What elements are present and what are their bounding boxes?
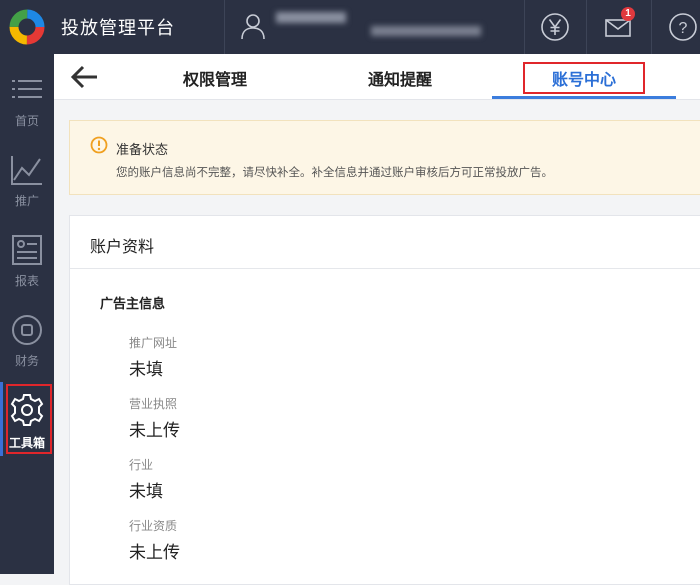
line-chart-icon: [11, 156, 42, 185]
report-icon: [12, 235, 42, 265]
help-icon[interactable]: ?: [666, 10, 700, 44]
back-arrow-icon[interactable]: [70, 64, 100, 90]
sidebar-item-label: 推广: [14, 194, 39, 208]
sidebar-item-home[interactable]: 首页: [0, 66, 54, 138]
tab-permissions[interactable]: 权限管理: [183, 66, 247, 90]
tab-notifications[interactable]: 通知提醒: [368, 66, 432, 90]
divider: [524, 0, 525, 54]
top-bar: 投放管理平台 1 ?: [0, 0, 700, 54]
field-label-promo-url: 推广网址: [129, 336, 178, 350]
sidebar-item-label: 首页: [14, 114, 39, 128]
user-icon[interactable]: [240, 12, 266, 40]
notification-badge: 1: [621, 7, 635, 21]
notice-title: 准备状态: [116, 143, 169, 158]
warning-icon: [90, 136, 108, 154]
blurred-text: [371, 26, 481, 36]
field-label-industry-qualification: 行业资质: [129, 519, 178, 533]
account-info-card: 账户资料 广告主信息 推广网址 未填 营业执照 未上传 行业 未填 行业资质 未…: [69, 215, 700, 585]
sidebar-item-promotion[interactable]: 推广: [0, 146, 54, 218]
sidebar-item-label: 财务: [14, 354, 39, 368]
sidebar-item-finance[interactable]: 财务: [0, 306, 54, 378]
highlight-box: [6, 384, 52, 454]
divider: [70, 268, 700, 269]
list-icon: [12, 80, 42, 98]
section-title: 广告主信息: [100, 297, 166, 312]
notice-text: 您的账户信息尚不完整，请尽快补全。补全信息并通过账户审核后方可正常投放广告。: [116, 165, 553, 179]
user-name-blurred[interactable]: [276, 10, 496, 40]
divider: [224, 0, 225, 54]
field-value-business-license: 未上传: [129, 421, 180, 441]
field-value-industry: 未填: [129, 482, 163, 502]
sidebar: 首页 推广 报表 财务 工具箱: [0, 54, 54, 574]
app-logo[interactable]: [8, 8, 46, 46]
yen-icon[interactable]: [538, 10, 572, 44]
field-value-promo-url: 未填: [129, 360, 163, 380]
active-tab-underline: [492, 96, 676, 99]
finance-icon: [12, 315, 42, 345]
sidebar-item-reports[interactable]: 报表: [0, 226, 54, 298]
highlight-box: [523, 62, 645, 94]
blurred-text: [276, 12, 346, 23]
svg-text:?: ?: [679, 20, 688, 37]
field-label-industry: 行业: [129, 458, 154, 472]
card-title: 账户资料: [90, 237, 155, 256]
field-value-industry-qualification: 未上传: [129, 543, 180, 563]
status-notice: 准备状态 您的账户信息尚不完整，请尽快补全。补全信息并通过账户审核后方可正常投放…: [69, 120, 700, 195]
divider: [586, 0, 587, 54]
tab-bar: 权限管理 通知提醒 账号中心: [54, 54, 700, 100]
divider: [651, 0, 652, 54]
field-label-business-license: 营业执照: [129, 397, 178, 411]
app-title: 投放管理平台: [61, 18, 175, 39]
sidebar-item-label: 报表: [14, 274, 39, 288]
